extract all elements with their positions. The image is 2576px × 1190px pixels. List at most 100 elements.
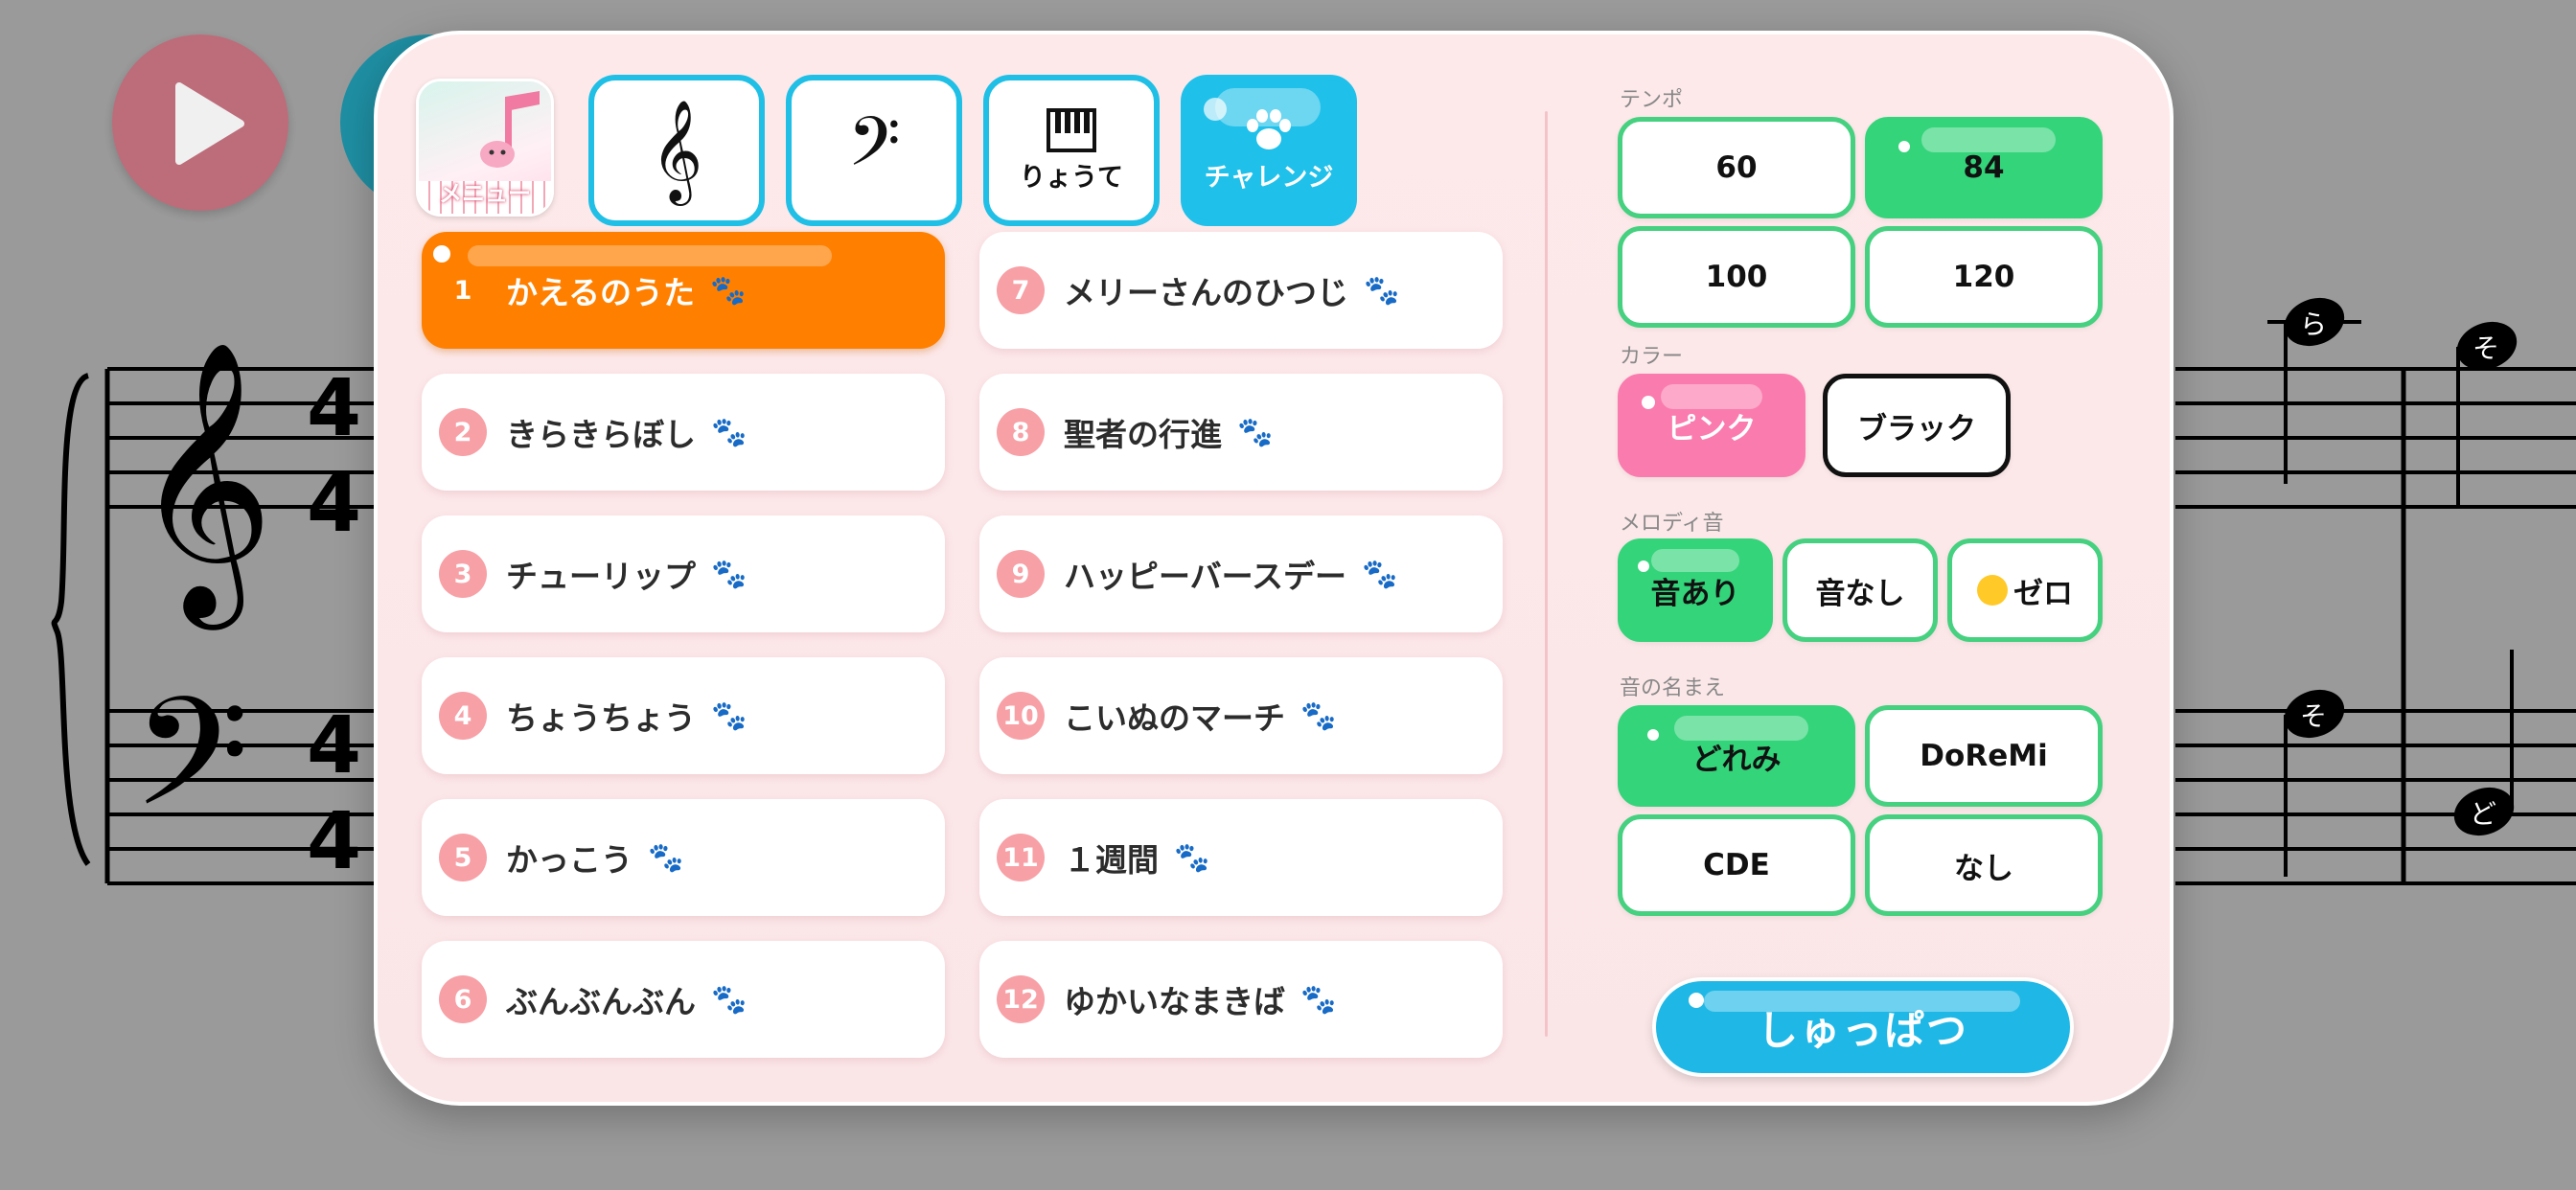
gloss-highlight xyxy=(1661,384,1762,409)
gloss-dot xyxy=(1898,141,1910,152)
song-item-8[interactable]: 8 聖者の行進 🐾 xyxy=(979,374,1503,491)
svg-text:𝄞: 𝄞 xyxy=(132,338,274,630)
bass-clef-icon: 𝄢 xyxy=(847,103,901,198)
song-title: １週間 xyxy=(1064,841,1159,879)
song-number: 3 xyxy=(439,550,487,598)
tempo-option-84[interactable]: 84 xyxy=(1865,117,2103,218)
paw-icon: 🐾 xyxy=(1364,273,1400,308)
song-title: かえるのうた xyxy=(506,274,696,311)
song-item-12[interactable]: 12 ゆかいなまきば 🐾 xyxy=(979,941,1503,1058)
note-names-option-none[interactable]: なし xyxy=(1865,814,2103,916)
melody-option-zero[interactable]: ゼロ xyxy=(1947,538,2103,642)
song-number: 2 xyxy=(439,408,487,456)
song-item-5[interactable]: 5 かっこう 🐾 xyxy=(422,799,945,916)
music-note-icon xyxy=(480,91,540,168)
song-item-11[interactable]: 11 １週間 🐾 xyxy=(979,799,1503,916)
song-number: 5 xyxy=(439,834,487,881)
start-button[interactable]: しゅっぱつ xyxy=(1652,977,2074,1077)
menu-button[interactable]: メニュー xyxy=(416,79,554,217)
melody-option-label: ゼロ xyxy=(2013,576,2073,611)
challenge-label: チャレンジ xyxy=(1204,162,1334,193)
shush-face-icon xyxy=(1977,575,2008,606)
melody-option-off[interactable]: 音なし xyxy=(1782,538,1938,642)
paw-icon: 🐾 xyxy=(1174,840,1210,875)
song-title: ゆかいなまきば xyxy=(1064,983,1285,1020)
gloss-highlight xyxy=(1651,549,1739,572)
time-sig-top: 4 xyxy=(307,363,361,454)
melody-option-on[interactable]: 音あり xyxy=(1618,538,1773,642)
song-number: 8 xyxy=(997,408,1045,456)
color-option-label: ピンク xyxy=(1667,411,1757,446)
song-number: 9 xyxy=(997,550,1045,598)
song-item-7[interactable]: 7 メリーさんのひつじ 🐾 xyxy=(979,232,1503,349)
song-title: ぶんぶんぶん xyxy=(506,983,696,1020)
treble-clef-button[interactable]: 𝄞 xyxy=(588,75,765,226)
paw-icon: 🐾 xyxy=(711,698,748,733)
song-item-4[interactable]: 4 ちょうちょう 🐾 xyxy=(422,657,945,774)
bass-clef-button[interactable]: 𝄢 xyxy=(786,75,962,226)
note-label-ra: ら xyxy=(2300,309,2327,340)
paw-icon: 🐾 xyxy=(711,982,748,1017)
paw-icon: 🐾 xyxy=(648,840,684,875)
note-names-option-label: どれみ xyxy=(1691,742,1782,777)
gloss-highlight xyxy=(1921,127,2056,152)
note-names-label: 音の名まえ xyxy=(1620,676,1726,700)
song-number: 10 xyxy=(997,692,1045,740)
color-option-black[interactable]: ブラック xyxy=(1823,374,2011,477)
tempo-label: テンポ xyxy=(1620,88,1684,112)
melody-option-label: 音あり xyxy=(1650,576,1740,611)
challenge-button[interactable]: チャレンジ xyxy=(1181,75,1357,226)
time-sig-top-bass: 4 xyxy=(307,700,361,791)
note-names-option-doremi-hiragana[interactable]: どれみ xyxy=(1618,705,1855,807)
song-title: ちょうちょう xyxy=(506,699,696,737)
tempo-option-60[interactable]: 60 xyxy=(1618,117,1855,218)
both-hands-button[interactable]: りょうて xyxy=(983,75,1160,226)
song-number: 6 xyxy=(439,975,487,1023)
note-label-so: そ xyxy=(2472,332,2499,364)
note-label-do: ど xyxy=(2470,798,2496,830)
piano-icon xyxy=(1046,107,1096,152)
tempo-option-label: 84 xyxy=(1963,150,2005,185)
song-item-10[interactable]: 10 こいぬのマーチ 🐾 xyxy=(979,657,1503,774)
song-item-6[interactable]: 6 ぶんぶんぶん 🐾 xyxy=(422,941,945,1058)
svg-text:𝄢: 𝄢 xyxy=(132,665,249,877)
song-number: 1 xyxy=(453,275,472,306)
gloss-dot xyxy=(1647,729,1659,741)
song-title: ハッピーバースデー xyxy=(1064,558,1347,595)
gloss-dot xyxy=(433,245,450,263)
tempo-option-120[interactable]: 120 xyxy=(1865,226,2103,328)
song-title: 聖者の行進 xyxy=(1064,416,1222,453)
note-label-so-bass: そ xyxy=(2300,700,2327,732)
song-item-3[interactable]: 3 チューリップ 🐾 xyxy=(422,515,945,632)
color-label: カラー xyxy=(1620,345,1684,369)
gloss-dot xyxy=(1642,396,1655,409)
song-number: 4 xyxy=(439,692,487,740)
tempo-option-100[interactable]: 100 xyxy=(1618,226,1855,328)
both-hands-label: りょうて xyxy=(1020,162,1123,193)
gloss-highlight xyxy=(1704,991,2020,1012)
gloss-highlight xyxy=(468,245,832,266)
song-item-2[interactable]: 2 きらきらぼし 🐾 xyxy=(422,374,945,491)
gloss-highlight xyxy=(1215,88,1321,126)
song-item-1[interactable]: 1 かえるのうた 🐾 xyxy=(422,232,945,349)
menu-label: メニュー xyxy=(439,180,531,207)
song-item-9[interactable]: 9 ハッピーバースデー 🐾 xyxy=(979,515,1503,632)
song-number: 12 xyxy=(997,975,1045,1023)
gloss-dot xyxy=(1689,993,1704,1008)
song-number: 11 xyxy=(997,834,1045,881)
paw-icon: 🐾 xyxy=(711,415,748,449)
panel-divider xyxy=(1545,111,1548,1037)
gloss-highlight xyxy=(1674,716,1808,741)
note-names-option-doremi[interactable]: DoReMi xyxy=(1865,705,2103,807)
paw-icon: 🐾 xyxy=(711,557,748,591)
time-sig-bottom: 4 xyxy=(307,459,361,550)
gloss-dot xyxy=(1638,561,1649,572)
paw-icon: 🐾 xyxy=(1237,415,1274,449)
song-title: かっこう xyxy=(506,841,632,879)
color-option-pink[interactable]: ピンク xyxy=(1618,374,1806,477)
song-number: 7 xyxy=(997,266,1045,314)
gloss-dot xyxy=(1204,98,1227,121)
melody-label: メロディ音 xyxy=(1620,512,1724,536)
time-sig-bottom-bass: 4 xyxy=(307,796,361,887)
note-names-option-cde[interactable]: CDE xyxy=(1618,814,1855,916)
